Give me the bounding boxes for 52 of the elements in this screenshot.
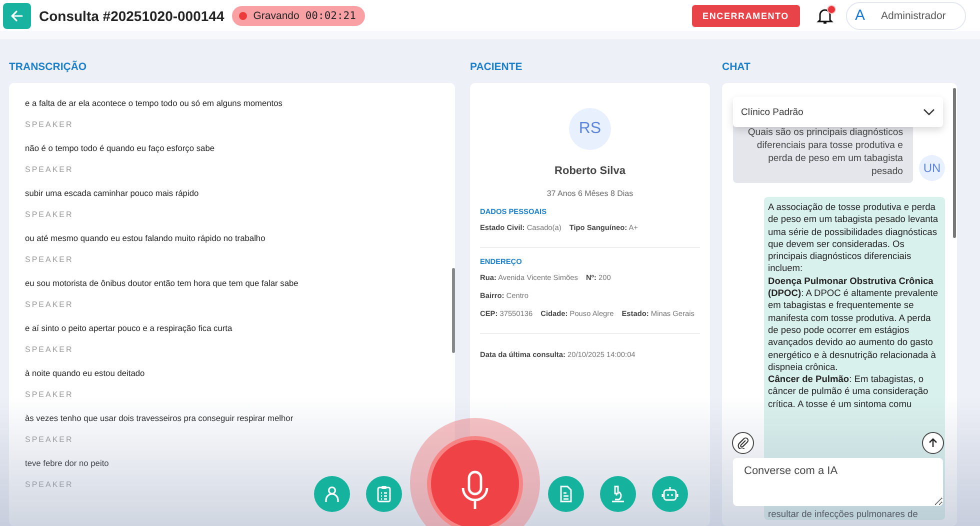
back-button[interactable] [3, 2, 31, 28]
speaker-label: SPEAKER [25, 300, 74, 309]
scrollbar[interactable] [953, 88, 956, 238]
assistant-message-text: A associação de tosse produtiva e perda de peso em um tabagista pesado levanta uma série de possibilidades diagnósticas que devem ser consideradas. Os principais diagnósticos diferenciais incluem: [768, 201, 940, 275]
speaker-label: SPEAKER [25, 255, 74, 264]
speaker-label: SPEAKER [25, 435, 74, 444]
chat-input[interactable]: Converse com a IA [733, 458, 943, 506]
transcript-line: teve febre dor no peito [25, 458, 110, 468]
transcript-line: e aí sinto o peito apertar pouco e a respiração fica curta [25, 323, 234, 333]
consultation-title: Consulta #20251020-000144 [39, 8, 224, 24]
arrow-up-icon [928, 438, 938, 448]
transcript-line: subir uma escada caminhar pouco mais rápido [25, 188, 200, 198]
microscope-icon [609, 485, 627, 503]
section-title: PACIENTE [470, 61, 524, 75]
arrow-left-icon [10, 8, 24, 22]
person-icon [323, 485, 341, 503]
end-button[interactable]: ENCERRAMENTO [692, 4, 800, 26]
transcript-line: não é o tempo todo é quando eu faço esforço sabe [25, 143, 216, 153]
chevron-down-icon [923, 108, 935, 116]
notifications-button[interactable] [814, 4, 836, 26]
assistant-message-text: Câncer de Pulmão: Em tabagistas, o câncer de pulmão é uma consideração crítica. A tosse é um sintoma comu [768, 373, 930, 410]
recording-label: Gravando [253, 10, 300, 22]
recording-timer: 00:02:21 [305, 10, 356, 22]
clipboard-icon [375, 485, 393, 503]
patient-age: 37 Anos 6 Mêses 8 Dias [546, 189, 634, 198]
recording-dot-icon [239, 12, 248, 20]
section-title: CHAT [722, 61, 752, 75]
user-menu-button[interactable]: A Administrador [846, 2, 966, 30]
assistant-message-text: Doença Pulmonar Obstrutiva Crônica (DPOC): A DPOC é altamente prevalente em tabagistas e frequentemente se manifesta com tosse produtiva. A perda de peso pode ocorrer em estágios avançados devido ao aumento do gasto energético e à desnutrição relacionada à dispneia crônica. [768, 274, 940, 374]
transcript-line: às vezes tenho que usar dois travesseiros pra conseguir respirar melhor [25, 413, 294, 423]
section-title: TRANSCRIÇÃO [9, 61, 88, 75]
speaker-label: SPEAKER [25, 480, 74, 489]
speaker-label: SPEAKER [25, 120, 74, 129]
robot-icon [661, 485, 679, 503]
user-avatar: UN [919, 155, 945, 181]
speaker-label: SPEAKER [25, 210, 74, 219]
transcript-line: ou até mesmo quando eu estou falando muito rápido no trabalho [25, 233, 266, 243]
paperclip-icon [737, 437, 749, 449]
model-dropdown[interactable]: Clínico Padrão [733, 97, 943, 127]
attach-button[interactable] [732, 432, 754, 454]
transcript-line: e a falta de ar ela acontece o tempo todo ou só em alguns momentos [25, 98, 284, 108]
patient-name: Roberto Silva [554, 165, 626, 177]
microphone-icon [461, 470, 489, 510]
patient-avatar: RS [569, 108, 611, 150]
transcript-line: à noite quando eu estou deitado [25, 368, 146, 378]
speaker-label: SPEAKER [25, 345, 74, 354]
speaker-label: SPEAKER [25, 165, 74, 174]
assistant-message-text: resultar de infecções pulmonares de [768, 508, 919, 520]
bell-icon [816, 6, 834, 24]
scrollbar[interactable] [452, 268, 455, 353]
transcript-line: eu sou motorista de ônibus doutor então tem hora que tem que falar sabe [25, 278, 300, 288]
speaker-label: SPEAKER [25, 390, 74, 399]
